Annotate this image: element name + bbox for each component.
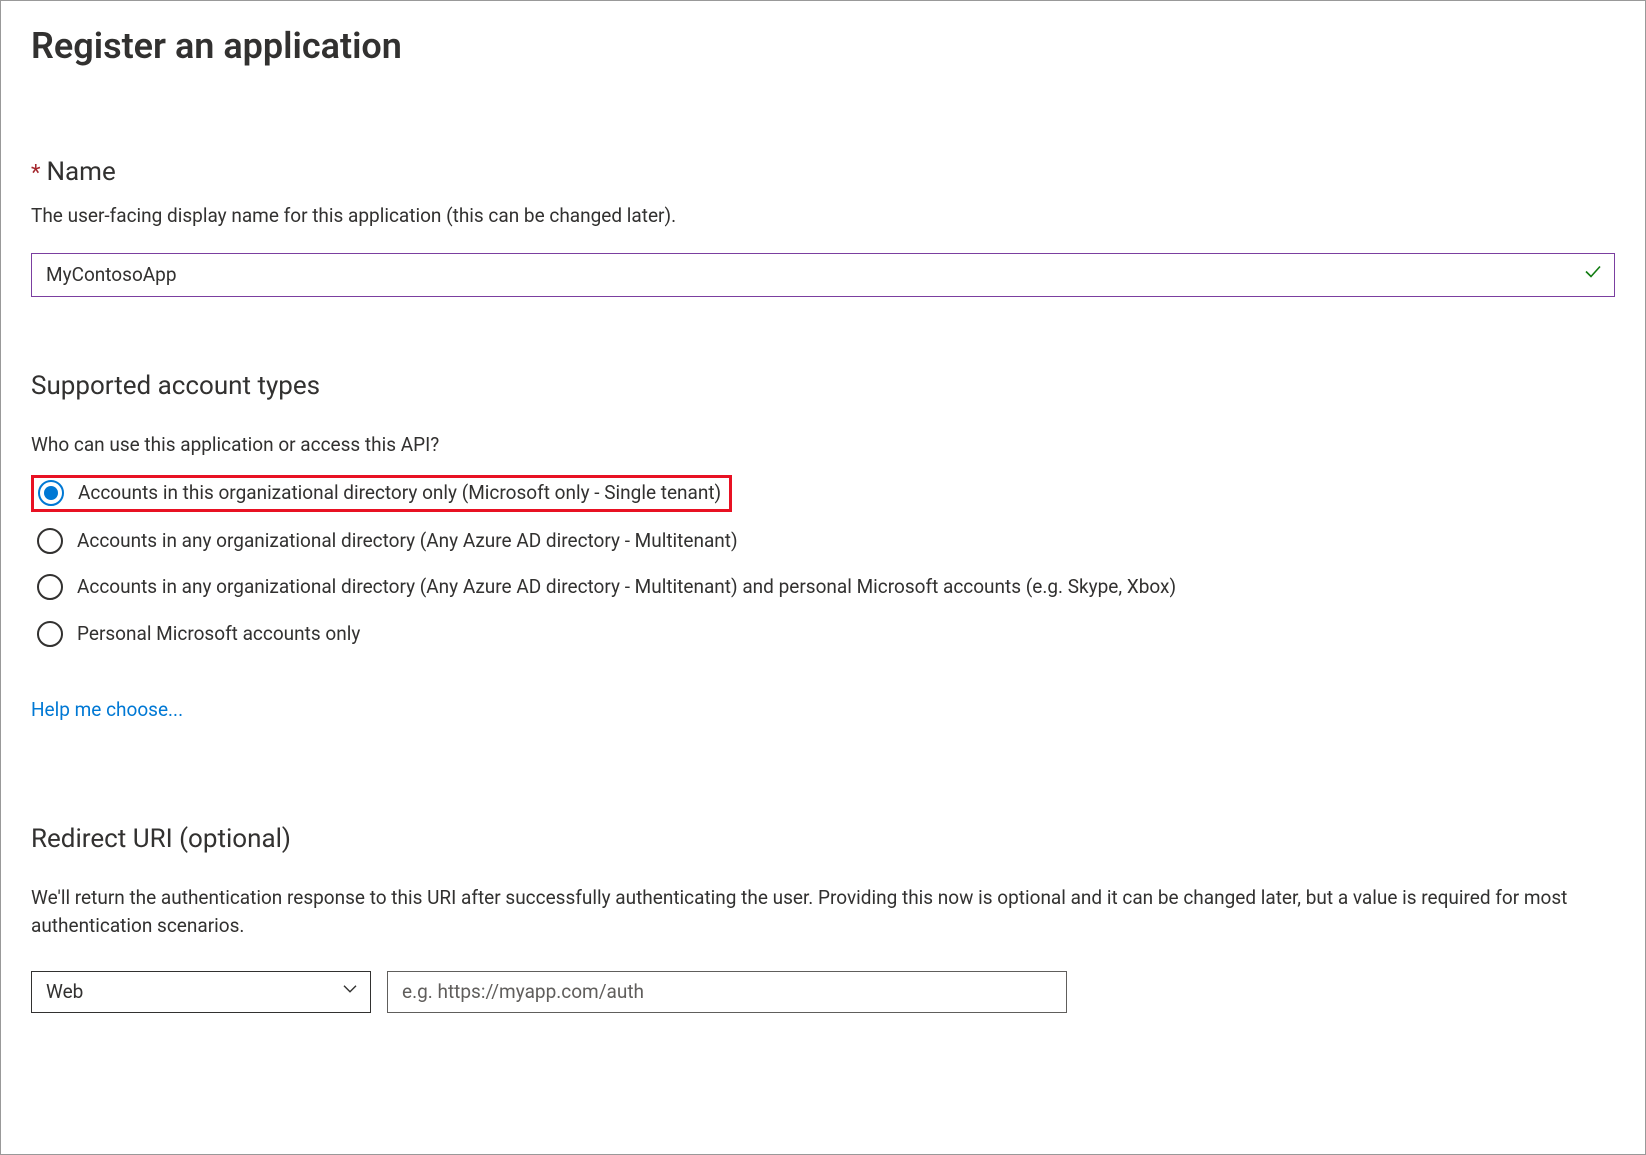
name-input[interactable] <box>31 253 1615 297</box>
redirect-uri-heading: Redirect URI (optional) <box>31 820 1615 859</box>
radio-option-personal-only[interactable]: Personal Microsoft accounts only <box>31 617 366 652</box>
name-label-row: * Name <box>31 153 1615 192</box>
radio-icon <box>38 480 64 506</box>
redirect-uri-row: Web <box>31 971 1615 1013</box>
platform-select[interactable]: Web <box>31 971 371 1013</box>
required-asterisk: * <box>31 157 40 190</box>
radio-label: Accounts in any organizational directory… <box>77 573 1176 602</box>
name-input-wrap <box>31 253 1615 297</box>
redirect-uri-input[interactable] <box>387 971 1067 1013</box>
name-label: Name <box>46 153 115 192</box>
redirect-uri-section: Redirect URI (optional) We'll return the… <box>31 820 1615 1013</box>
radio-option-multitenant[interactable]: Accounts in any organizational directory… <box>31 524 744 559</box>
name-field-section: * Name The user-facing display name for … <box>31 153 1615 297</box>
radio-label: Accounts in this organizational director… <box>78 479 721 508</box>
help-me-choose-link[interactable]: Help me choose... <box>31 698 183 721</box>
radio-option-single-tenant[interactable]: Accounts in this organizational director… <box>31 475 732 512</box>
account-types-section: Supported account types Who can use this… <box>31 367 1615 725</box>
name-description: The user-facing display name for this ap… <box>31 202 1615 231</box>
radio-icon <box>37 528 63 554</box>
radio-label: Accounts in any organizational directory… <box>77 527 738 556</box>
account-types-radio-group: Accounts in this organizational director… <box>31 475 1615 651</box>
radio-icon <box>37 621 63 647</box>
radio-option-multitenant-personal[interactable]: Accounts in any organizational directory… <box>31 570 1182 605</box>
radio-label: Personal Microsoft accounts only <box>77 620 360 649</box>
page-title: Register an application <box>31 19 1615 73</box>
account-types-subtext: Who can use this application or access t… <box>31 431 1615 460</box>
radio-dot-icon <box>44 486 58 500</box>
account-types-heading: Supported account types <box>31 367 1615 406</box>
platform-select-wrap: Web <box>31 971 371 1013</box>
redirect-uri-description: We'll return the authentication response… <box>31 884 1615 941</box>
radio-icon <box>37 574 63 600</box>
register-application-form: Register an application * Name The user-… <box>0 0 1646 1155</box>
